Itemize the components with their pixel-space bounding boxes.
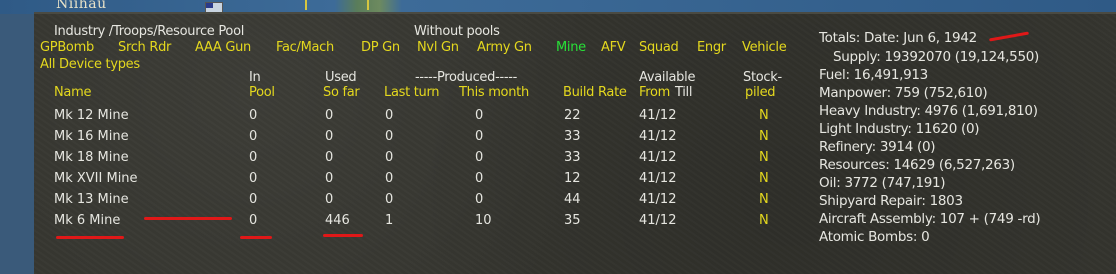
row-last-turn: 0 <box>385 108 394 123</box>
filter-army-gn[interactable]: Army Gn <box>477 40 532 55</box>
col-last-turn-header[interactable]: Last turn <box>384 85 440 100</box>
row-name[interactable]: Mk 18 Mine <box>54 150 129 165</box>
row-last-turn: 0 <box>385 192 394 207</box>
row-this-month: 0 <box>475 129 484 144</box>
row-this-month: 0 <box>475 192 484 207</box>
col-in-pool-top: In <box>249 70 261 85</box>
totals-heavy-industry: Heavy Industry: 4976 (1,691,810) <box>819 103 1038 119</box>
row-this-month: 10 <box>475 213 492 228</box>
row-stockpiled-toggle[interactable]: N <box>759 192 769 207</box>
col-stock-top: Stock- <box>743 70 782 85</box>
row-from: 41/12 <box>639 129 677 144</box>
without-pools-toggle[interactable]: Without pools <box>414 24 500 39</box>
pool-title[interactable]: Industry /Troops/Resource Pool <box>54 24 244 39</box>
col-from-header[interactable]: From <box>639 85 670 100</box>
totals-aircraft-assembly: Aircraft Assembly: 107 + (749 -rd) <box>819 211 1041 227</box>
row-build-rate: 12 <box>564 171 581 186</box>
col-used-top: Used <box>325 70 357 85</box>
row-stockpiled-toggle[interactable]: N <box>759 129 769 144</box>
row-in-pool: 0 <box>249 108 258 123</box>
red-annotation-underline <box>144 217 232 220</box>
row-in-pool: 0 <box>249 171 258 186</box>
row-name[interactable]: Mk XVII Mine <box>54 171 138 186</box>
row-used: 0 <box>325 192 334 207</box>
row-in-pool: 0 <box>249 129 258 144</box>
red-annotation-underline <box>323 234 363 237</box>
row-from: 41/12 <box>639 192 677 207</box>
map-marker <box>367 0 369 10</box>
row-used: 0 <box>325 108 334 123</box>
totals-refinery: Refinery: 3914 (0) <box>819 139 936 155</box>
map-location-label: Niihau <box>56 0 107 12</box>
totals-fuel: Fuel: 16,491,913 <box>819 67 928 83</box>
totals-date: Totals: Date: Jun 6, 1942 <box>819 30 977 46</box>
row-stockpiled-toggle[interactable]: N <box>759 108 769 123</box>
row-this-month: 0 <box>475 171 484 186</box>
col-in-pool-header[interactable]: Pool <box>249 85 275 100</box>
col-name-header[interactable]: Name <box>54 85 91 100</box>
col-build-rate-header[interactable]: Build Rate <box>563 85 627 100</box>
filter-gpbomb[interactable]: GPBomb <box>40 40 94 55</box>
row-used: 446 <box>325 213 350 228</box>
filter-vehicle[interactable]: Vehicle <box>742 40 787 55</box>
row-used: 0 <box>325 129 334 144</box>
map-marker <box>305 0 307 10</box>
row-stockpiled-toggle[interactable]: N <box>759 171 769 186</box>
totals-supply: Supply: 19392070 (19,124,550) <box>833 49 1039 65</box>
row-build-rate: 22 <box>564 108 581 123</box>
row-build-rate: 44 <box>564 192 581 207</box>
filter-mine[interactable]: Mine <box>556 40 586 55</box>
totals-light-industry: Light Industry: 11620 (0) <box>819 121 980 137</box>
row-in-pool: 0 <box>249 213 258 228</box>
row-last-turn: 0 <box>385 171 394 186</box>
totals-oil: Oil: 3772 (747,191) <box>819 175 946 191</box>
row-from: 41/12 <box>639 171 677 186</box>
filter-afv[interactable]: AFV <box>601 40 626 55</box>
col-till-header: Till <box>675 85 693 100</box>
row-stockpiled-toggle[interactable]: N <box>759 213 769 228</box>
row-in-pool: 0 <box>249 150 258 165</box>
col-stockpiled-header[interactable]: piled <box>745 85 776 100</box>
row-stockpiled-toggle[interactable]: N <box>759 150 769 165</box>
row-build-rate: 33 <box>564 150 581 165</box>
filter-all-device-types[interactable]: All Device types <box>40 57 140 72</box>
totals-resources: Resources: 14629 (6,527,263) <box>819 157 1015 173</box>
row-from: 41/12 <box>639 150 677 165</box>
row-from: 41/12 <box>639 108 677 123</box>
filter-fac-mach[interactable]: Fac/Mach <box>276 40 334 55</box>
row-last-turn: 0 <box>385 150 394 165</box>
row-this-month: 0 <box>475 108 484 123</box>
row-name[interactable]: Mk 16 Mine <box>54 129 129 144</box>
row-name[interactable]: Mk 6 Mine <box>54 213 120 228</box>
filter-srch-rdr[interactable]: Srch Rdr <box>118 40 171 55</box>
row-last-turn: 0 <box>385 129 394 144</box>
row-name[interactable]: Mk 12 Mine <box>54 108 129 123</box>
row-build-rate: 33 <box>564 129 581 144</box>
totals-shipyard-repair: Shipyard Repair: 1803 <box>819 193 963 209</box>
row-used: 0 <box>325 150 334 165</box>
col-used-header[interactable]: So far <box>323 85 360 100</box>
filter-dp-gn[interactable]: DP Gn <box>361 40 400 55</box>
row-in-pool: 0 <box>249 192 258 207</box>
red-annotation-underline <box>56 236 124 239</box>
col-this-month-header[interactable]: This month <box>459 85 529 100</box>
red-annotation-underline <box>989 31 1029 42</box>
red-annotation-underline <box>240 236 272 239</box>
filter-engr[interactable]: Engr <box>697 40 726 55</box>
row-name[interactable]: Mk 13 Mine <box>54 192 129 207</box>
filter-aaa-gun[interactable]: AAA Gun <box>195 40 251 55</box>
row-build-rate: 35 <box>564 213 581 228</box>
filter-squad[interactable]: Squad <box>639 40 679 55</box>
totals-atomic-bombs: Atomic Bombs: 0 <box>819 229 930 245</box>
col-available-top: Available <box>639 70 696 85</box>
totals-manpower: Manpower: 759 (752,610) <box>819 85 988 101</box>
row-from: 41/12 <box>639 213 677 228</box>
row-last-turn: 1 <box>385 213 394 228</box>
row-this-month: 0 <box>475 150 484 165</box>
row-used: 0 <box>325 171 334 186</box>
filter-nvl-gn[interactable]: Nvl Gn <box>417 40 459 55</box>
col-produced-top: -----Produced----- <box>415 70 518 85</box>
